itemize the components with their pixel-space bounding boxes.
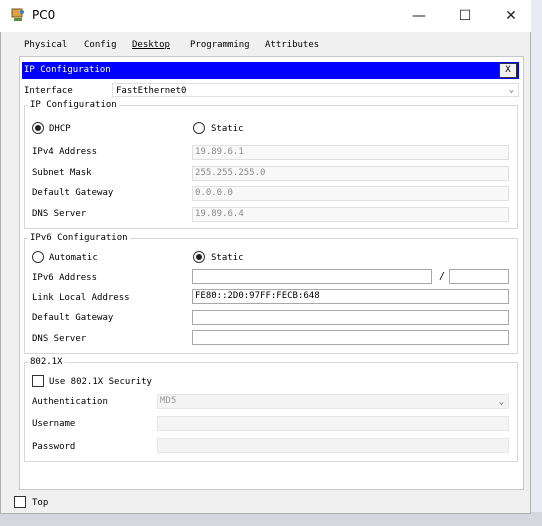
interface-value: FastEthernet0 — [116, 86, 187, 96]
default-gateway-label-ipv6: Default Gateway — [32, 313, 114, 323]
static-radio-ipv6[interactable] — [193, 251, 205, 263]
background-app-right — [530, 0, 542, 526]
link-local-label: Link Local Address — [32, 293, 130, 303]
link-local-field[interactable]: FE80::2D0:97FF:FECB:648 — [192, 289, 509, 304]
prefix-slash: / — [439, 271, 446, 282]
dhcp-label: DHCP — [49, 124, 71, 134]
tab-physical[interactable]: Physical — [24, 38, 67, 53]
authentication-label: Authentication — [32, 397, 108, 407]
ipv4-address-label: IPv4 Address — [32, 147, 98, 157]
use-8021x-label: Use 802.1X Security — [49, 377, 152, 387]
window-title: PC0 — [32, 8, 56, 22]
username-field[interactable] — [157, 416, 509, 431]
top-label: Top — [32, 498, 49, 508]
subnet-mask-field[interactable]: 255.255.255.0 — [192, 166, 509, 181]
top-checkbox[interactable] — [14, 496, 26, 508]
background-app-bottom — [0, 512, 542, 526]
pc-app-icon — [10, 7, 26, 23]
ipv6-address-label: IPv6 Address — [32, 273, 98, 283]
ipv6-prefix-field[interactable] — [449, 269, 509, 284]
dns-server-field-ipv4[interactable]: 19.89.6.4 — [192, 207, 509, 222]
close-button[interactable]: ✕ — [488, 0, 534, 32]
dns-server-label-ipv4: DNS Server — [32, 209, 87, 219]
password-label: Password — [32, 442, 76, 452]
dns-server-label-ipv6: DNS Server — [32, 334, 87, 344]
interface-label: Interface — [24, 86, 73, 96]
static-label-ipv6: Static — [211, 253, 244, 263]
minimize-button[interactable]: — — [396, 0, 442, 32]
ipv6-address-field[interactable] — [192, 269, 432, 284]
use-8021x-checkbox[interactable] — [32, 375, 44, 387]
automatic-label: Automatic — [49, 253, 98, 263]
default-gateway-label-ipv4: Default Gateway — [32, 188, 114, 198]
default-gateway-field-ipv6[interactable] — [192, 310, 509, 325]
tab-desktop[interactable]: Desktop — [128, 38, 174, 53]
username-label: Username — [32, 419, 76, 429]
authentication-select[interactable]: MD5 ⌄ — [157, 394, 509, 409]
ipv4-group-title: IP Configuration — [28, 100, 119, 110]
automatic-radio[interactable] — [32, 251, 44, 263]
close-panel-button[interactable]: X — [499, 63, 517, 78]
chevron-down-icon: ⌄ — [498, 397, 504, 407]
tab-programming[interactable]: Programming — [190, 38, 250, 53]
tab-config[interactable]: Config — [84, 38, 117, 53]
static-radio-ipv4[interactable] — [193, 122, 205, 134]
dns-server-field-ipv6[interactable] — [192, 330, 509, 345]
maximize-button[interactable]: ☐ — [442, 0, 488, 32]
ipv4-address-field[interactable]: 19.89.6.1 — [192, 145, 509, 160]
dot1x-group-title: 802.1X — [28, 357, 65, 367]
ipv6-group-title: IPv6 Configuration — [28, 233, 130, 243]
default-gateway-field-ipv4[interactable]: 0.0.0.0 — [192, 186, 509, 201]
chevron-down-icon: ⌄ — [508, 85, 514, 95]
static-label-ipv4: Static — [211, 124, 244, 134]
ip-config-header-title: IP Configuration — [24, 65, 111, 75]
tab-attributes[interactable]: Attributes — [265, 38, 319, 53]
authentication-value: MD5 — [160, 396, 177, 406]
password-field[interactable] — [157, 438, 509, 453]
subnet-mask-label: Subnet Mask — [32, 168, 92, 178]
dhcp-radio[interactable] — [32, 122, 44, 134]
